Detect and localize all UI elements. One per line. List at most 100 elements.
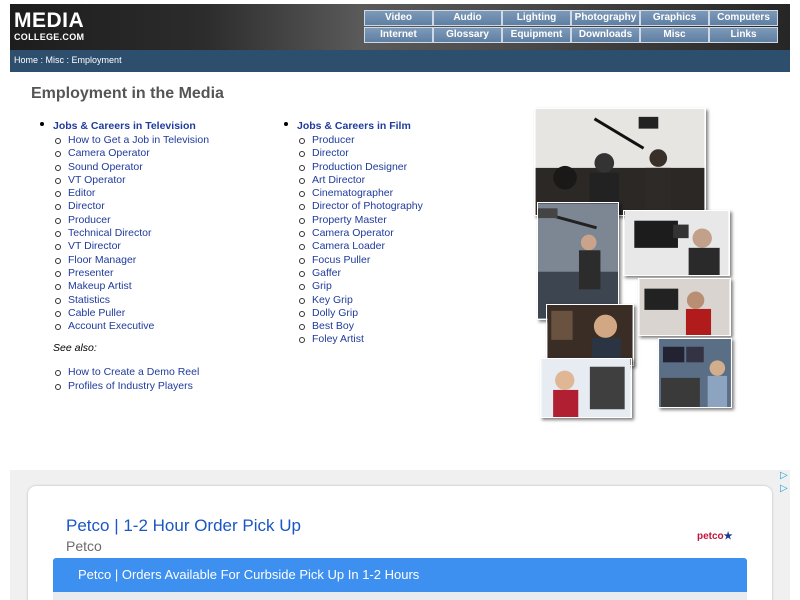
- list-item: Sound Operator: [53, 161, 209, 174]
- nav-computers[interactable]: Computers: [709, 10, 778, 26]
- list-item: Focus Puller: [297, 254, 423, 267]
- list-item: Producer: [53, 214, 209, 227]
- list-item: Floor Manager: [53, 254, 209, 267]
- film-heading-link[interactable]: Jobs & Careers in Film: [297, 118, 411, 134]
- list-item: VT Director: [53, 240, 209, 253]
- list-item: Cinematographer: [297, 187, 423, 200]
- television-job-link[interactable]: Makeup Artist: [68, 280, 132, 292]
- ad-banner[interactable]: Petco | Orders Available For Curbside Pi…: [53, 558, 747, 594]
- studio-camera-photo: [638, 278, 731, 336]
- television-job-link[interactable]: Sound Operator: [68, 161, 143, 173]
- logo-line2: COLLEGE.COM: [14, 32, 85, 42]
- nav-photography[interactable]: Photography: [571, 10, 640, 26]
- television-job-link[interactable]: Account Executive: [68, 320, 154, 332]
- film-job-link[interactable]: Best Boy: [312, 320, 354, 332]
- main-content: Employment in the Media Jobs & Careers i…: [10, 72, 790, 470]
- television-job-link[interactable]: Producer: [68, 214, 111, 226]
- list-item: Camera Operator: [53, 147, 209, 160]
- film-job-link[interactable]: Production Designer: [312, 161, 407, 173]
- list-item: How to Get a Job in Television: [53, 134, 209, 147]
- list-item: How to Create a Demo Reel: [53, 366, 209, 379]
- advertisement-area: ▷ ▷ Petco | 1-2 Hour Order Pick Up Petco…: [10, 470, 790, 600]
- film-job-link[interactable]: Art Director: [312, 174, 365, 186]
- breadcrumb-home[interactable]: Home: [14, 55, 38, 65]
- television-job-link[interactable]: Cable Puller: [68, 307, 125, 319]
- page: MEDIA COLLEGE.COM Video Audio Lighting P…: [0, 0, 800, 600]
- see-also-label: See also:: [53, 342, 97, 355]
- ad-map[interactable]: [53, 592, 747, 600]
- film-job-link[interactable]: Foley Artist: [312, 333, 364, 345]
- television-job-link[interactable]: Editor: [68, 187, 95, 199]
- breadcrumb-separator: :: [38, 55, 46, 65]
- list-item: Foley Artist: [297, 333, 423, 346]
- film-crew-photo: [534, 108, 706, 216]
- logo-line1: MEDIA: [14, 9, 85, 32]
- television-job-link[interactable]: Floor Manager: [68, 254, 136, 266]
- film-job-link[interactable]: Camera Operator: [312, 227, 394, 239]
- television-job-link[interactable]: VT Operator: [68, 174, 126, 186]
- film-job-link[interactable]: Gaffer: [312, 267, 341, 279]
- television-job-link[interactable]: How to Get a Job in Television: [68, 134, 209, 146]
- ad-logo-text: petco: [697, 531, 724, 542]
- list-item: Account Executive: [53, 320, 209, 333]
- list-item: Director: [297, 147, 423, 160]
- list-item: Makeup Artist: [53, 280, 209, 293]
- list-item: Camera Loader: [297, 240, 423, 253]
- television-job-link[interactable]: Director: [68, 200, 105, 212]
- ad-close-icon[interactable]: ▷: [780, 483, 788, 494]
- see-also-link[interactable]: How to Create a Demo Reel: [68, 366, 199, 378]
- ad-title[interactable]: Petco | 1-2 Hour Order Pick Up: [66, 516, 301, 536]
- breadcrumb: Home : Misc : Employment: [10, 50, 790, 72]
- television-job-link[interactable]: VT Director: [68, 240, 121, 252]
- nav-glossary[interactable]: Glossary: [433, 27, 502, 43]
- list-item: Profiles of Industry Players: [53, 380, 209, 393]
- film-job-link[interactable]: Camera Loader: [312, 240, 385, 252]
- television-section: Jobs & Careers in Television How to Get …: [38, 118, 209, 393]
- list-item: Dolly Grip: [297, 307, 423, 320]
- ad-card[interactable]: Petco | 1-2 Hour Order Pick Up Petco pet…: [28, 486, 772, 600]
- nav-audio[interactable]: Audio: [433, 10, 502, 26]
- film-job-link[interactable]: Director: [312, 147, 349, 159]
- nav-internet[interactable]: Internet: [364, 27, 433, 43]
- breadcrumb-separator: :: [64, 55, 72, 65]
- news-anchor-photo: [540, 358, 632, 418]
- list-item: Presenter: [53, 267, 209, 280]
- site-header: MEDIA COLLEGE.COM Video Audio Lighting P…: [10, 4, 790, 50]
- site-logo[interactable]: MEDIA COLLEGE.COM: [14, 10, 104, 44]
- television-job-link[interactable]: Camera Operator: [68, 147, 150, 159]
- ad-choices-icon[interactable]: ▷: [780, 470, 788, 481]
- television-job-link[interactable]: Statistics: [68, 294, 110, 306]
- nav-links[interactable]: Links: [709, 27, 778, 43]
- film-job-link[interactable]: Cinematographer: [312, 187, 393, 199]
- nav-graphics[interactable]: Graphics: [640, 10, 709, 26]
- film-job-link[interactable]: Dolly Grip: [312, 307, 358, 319]
- film-job-link[interactable]: Focus Puller: [312, 254, 370, 266]
- television-job-list: How to Get a Job in Television Camera Ope…: [53, 134, 209, 333]
- television-job-link[interactable]: Technical Director: [68, 227, 151, 239]
- list-item: Best Boy: [297, 320, 423, 333]
- film-job-link[interactable]: Grip: [312, 280, 332, 292]
- breadcrumb-misc[interactable]: Misc: [46, 55, 65, 65]
- nav-downloads[interactable]: Downloads: [571, 27, 640, 43]
- film-job-link[interactable]: Key Grip: [312, 294, 353, 306]
- nav-lighting[interactable]: Lighting: [502, 10, 571, 26]
- film-job-link[interactable]: Director of Photography: [312, 200, 423, 212]
- list-item: Director: [53, 200, 209, 213]
- film-job-link[interactable]: Property Master: [312, 214, 387, 226]
- list-item: Art Director: [297, 174, 423, 187]
- see-also-link[interactable]: Profiles of Industry Players: [68, 380, 193, 392]
- television-column: Jobs & Careers in Television How to Get …: [38, 118, 209, 393]
- nav-misc[interactable]: Misc: [640, 27, 709, 43]
- television-job-link[interactable]: Presenter: [68, 267, 114, 279]
- film-job-link[interactable]: Producer: [312, 134, 355, 146]
- film-column: Jobs & Careers in Film Producer Director P…: [282, 118, 423, 347]
- list-item: Technical Director: [53, 227, 209, 240]
- list-item: Grip: [297, 280, 423, 293]
- ad-logo: petco★: [697, 531, 733, 542]
- nav-video[interactable]: Video: [364, 10, 433, 26]
- control-room-photo: [658, 338, 732, 408]
- television-heading-link[interactable]: Jobs & Careers in Television: [53, 118, 196, 134]
- camera-operator-photo: [623, 210, 730, 276]
- list-item: Statistics: [53, 294, 209, 307]
- nav-equipment[interactable]: Equipment: [502, 27, 571, 43]
